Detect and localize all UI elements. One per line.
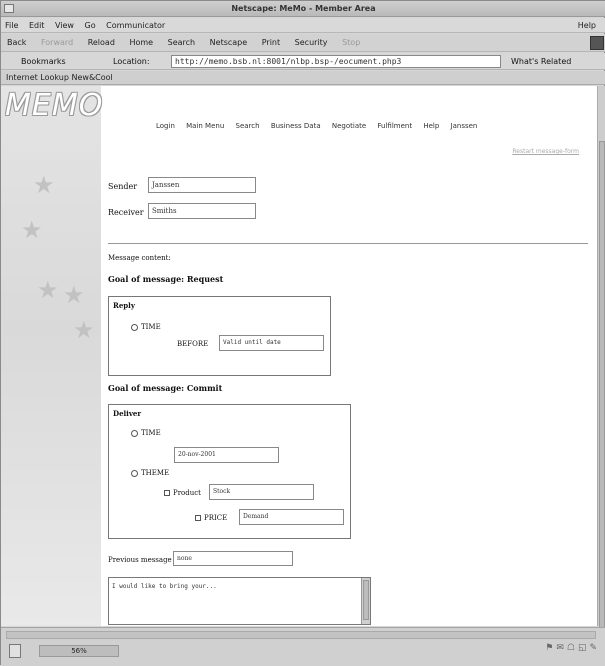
reload-button[interactable]: Reload xyxy=(82,34,121,52)
page-content: MEMO ★ ★ ★ ★ ★ Login Main Menu Search Bu… xyxy=(1,86,597,626)
navigation-toolbar: Back Forward Reload Home Search Netscape… xyxy=(1,34,605,52)
star-icon: ★ xyxy=(63,281,85,309)
product-label: Product xyxy=(173,489,201,497)
message-content-label: Message content: xyxy=(108,254,171,262)
bookmarks-button[interactable]: Bookmarks xyxy=(21,53,66,70)
theme-option[interactable]: THEME xyxy=(131,469,169,477)
horizontal-scrollbar[interactable] xyxy=(6,631,596,639)
price-label: PRICE xyxy=(204,514,228,522)
menu-go[interactable]: Go xyxy=(81,18,100,33)
netscape-logo-icon xyxy=(590,36,604,50)
sender-label: Sender xyxy=(108,182,138,191)
deliver-date-field[interactable]: 20-nov-2001 xyxy=(174,447,279,463)
deliver-title: Deliver xyxy=(113,409,142,418)
menu-help[interactable]: Help xyxy=(574,18,600,33)
page-sidebar: MEMO ★ ★ ★ ★ ★ xyxy=(1,86,104,626)
goal-commit-heading: Goal of message: Commit xyxy=(108,383,223,393)
memo-logo: MEMO xyxy=(5,88,104,123)
before-label: BEFORE xyxy=(177,340,209,348)
deliver-time-option[interactable]: TIME xyxy=(131,429,161,437)
menu-view[interactable]: View xyxy=(51,18,78,33)
page-scroll-thumb[interactable] xyxy=(599,141,605,631)
location-bar: Bookmarks Location: http://memo.bsb.nl:8… xyxy=(1,53,605,70)
divider xyxy=(108,243,588,244)
back-button[interactable]: Back xyxy=(1,34,32,52)
nav-business-data[interactable]: Business Data xyxy=(271,122,321,130)
restart-link[interactable]: Restart message-form xyxy=(512,148,579,155)
title-bar: Netscape: MeMo - Member Area xyxy=(1,1,605,17)
status-bar: 56% ⚑✉☖◱✎ xyxy=(1,627,605,666)
textarea-scrollbar[interactable] xyxy=(361,578,370,624)
location-label: Location: xyxy=(113,57,150,66)
search-button[interactable]: Search xyxy=(162,34,201,52)
previous-message-label: Previous message xyxy=(108,556,172,564)
deliver-box: Deliver TIME 20-nov-2001 THEME Product S… xyxy=(108,404,351,539)
nav-search[interactable]: Search xyxy=(236,122,260,130)
nav-help[interactable]: Help xyxy=(423,122,439,130)
star-icon: ★ xyxy=(33,171,55,199)
star-icon: ★ xyxy=(73,316,95,344)
receiver-label: Receiver xyxy=(108,208,144,217)
previous-message-field[interactable]: none xyxy=(173,551,293,566)
whats-related-button[interactable]: What's Related xyxy=(511,53,571,70)
progress-indicator: 56% xyxy=(39,645,119,657)
menu-bar: File Edit View Go Communicator Help xyxy=(1,18,605,33)
site-nav: Login Main Menu Search Business Data Neg… xyxy=(156,122,486,130)
deliver-time-label: TIME xyxy=(141,429,161,437)
nav-fulfilment[interactable]: Fulfilment xyxy=(377,122,412,130)
time-label: TIME xyxy=(141,323,161,331)
radio-icon[interactable] xyxy=(131,323,138,331)
netscape-button[interactable]: Netscape xyxy=(204,34,254,52)
theme-label: THEME xyxy=(141,469,170,477)
menu-edit[interactable]: Edit xyxy=(25,18,49,33)
window-menu-icon[interactable] xyxy=(4,4,14,13)
before-field[interactable]: Valid until date xyxy=(219,335,324,351)
radio-icon[interactable] xyxy=(131,469,138,477)
goal-request-heading: Goal of message: Request xyxy=(108,274,224,284)
reply-title: Reply xyxy=(113,301,135,310)
star-icon: ★ xyxy=(37,276,59,304)
menu-communicator[interactable]: Communicator xyxy=(102,18,169,33)
nav-negotiate[interactable]: Negotiate xyxy=(332,122,366,130)
nav-user[interactable]: Janssen xyxy=(451,122,478,130)
stop-button[interactable]: Stop xyxy=(336,34,366,52)
star-icon: ★ xyxy=(21,216,43,244)
price-option[interactable]: PRICE xyxy=(195,514,227,522)
page-scrollbar[interactable] xyxy=(597,86,605,631)
personal-toolbar: Internet Lookup New&Cool xyxy=(1,71,605,85)
home-button[interactable]: Home xyxy=(123,34,159,52)
checkbox-icon[interactable] xyxy=(164,490,170,496)
component-bar-icons[interactable]: ⚑✉☖◱✎ xyxy=(545,643,600,653)
nav-main-menu[interactable]: Main Menu xyxy=(186,122,224,130)
textarea-scroll-thumb[interactable] xyxy=(363,580,369,620)
textarea-text: I would like to bring your... xyxy=(112,583,217,590)
sender-field[interactable]: Janssen xyxy=(148,177,256,193)
reply-box: Reply TIME BEFORE Valid until date xyxy=(108,296,331,376)
window-title: Netscape: MeMo - Member Area xyxy=(231,4,376,13)
forward-button[interactable]: Forward xyxy=(35,34,79,52)
message-textarea[interactable]: I would like to bring your... xyxy=(108,577,371,625)
checkbox-icon[interactable] xyxy=(195,515,201,521)
browser-window: Netscape: MeMo - Member Area File Edit V… xyxy=(0,0,605,666)
price-field[interactable]: Demand xyxy=(239,509,344,525)
receiver-field[interactable]: Smiths xyxy=(148,203,256,219)
print-button[interactable]: Print xyxy=(256,34,286,52)
url-input[interactable]: http://memo.bsb.nl:8001/nlbp.bsp-/eocume… xyxy=(171,55,501,68)
nav-login[interactable]: Login xyxy=(156,122,175,130)
product-field[interactable]: Stock xyxy=(209,484,314,500)
radio-icon[interactable] xyxy=(131,429,138,437)
menu-file[interactable]: File xyxy=(1,18,22,33)
security-button[interactable]: Security xyxy=(289,34,334,52)
security-lock-icon[interactable] xyxy=(9,644,21,658)
product-option[interactable]: Product xyxy=(164,489,201,497)
personal-toolbar-links[interactable]: Internet Lookup New&Cool xyxy=(6,73,113,82)
reply-time-option[interactable]: TIME xyxy=(131,323,161,331)
